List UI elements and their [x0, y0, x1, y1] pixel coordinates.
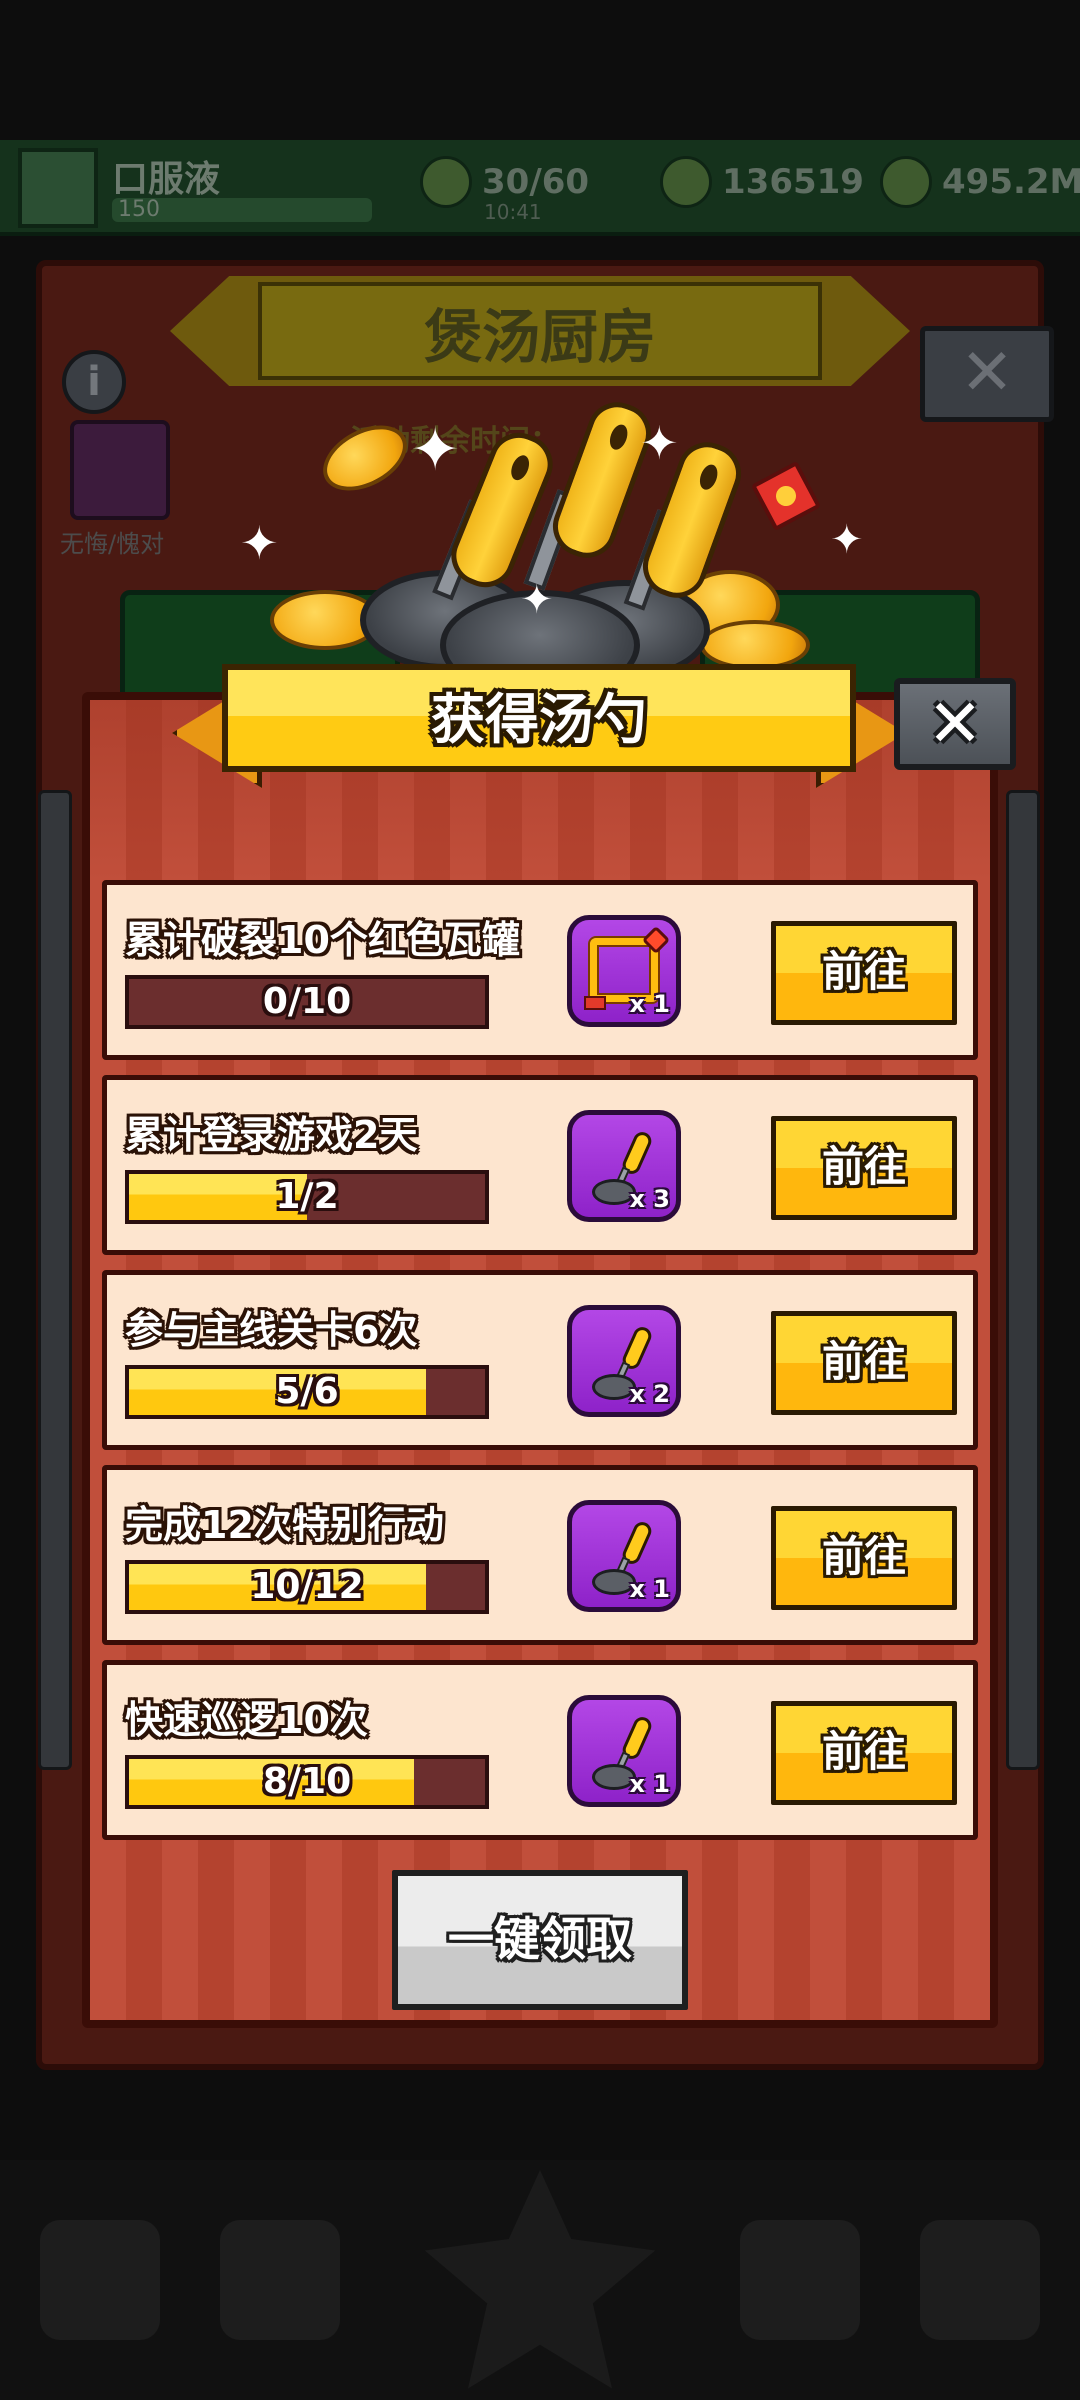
ladle-reward-illustration: ✦ ✦ ✦ ✦ ✦ [240, 390, 864, 700]
reward-slot[interactable]: x 1 [567, 915, 681, 1027]
energy-icon [420, 156, 472, 208]
sparkle-icon: ✦ [520, 577, 554, 623]
reward-slot[interactable]: x 1 [567, 1695, 681, 1807]
go-button-label: 前往 [821, 947, 906, 996]
sparkle-icon: ✦ [640, 416, 679, 470]
progress-text: 0/10 [262, 981, 352, 1022]
sparkle-icon: ✦ [830, 517, 864, 563]
task-row: 累计登录游戏2天 1/2 x 3 前往 [102, 1075, 978, 1255]
reward-quantity: x 1 [629, 1770, 670, 1798]
reward-slot[interactable]: x 1 [567, 1500, 681, 1612]
event-close-button: ✕ [920, 326, 1054, 422]
reward-quantity: x 1 [629, 990, 670, 1018]
task-row: 参与主线关卡6次 5/6 x 2 前往 [102, 1270, 978, 1450]
task-title: 快速巡逻10次 [125, 1698, 368, 1742]
task-row: 累计破裂10个红色瓦罐 0/10 x 1 前往 [102, 880, 978, 1060]
top-hud: 口服液 150 30/60 10:41 136519 495.2M [0, 140, 1080, 236]
nav-hero-icon [220, 2220, 340, 2340]
sparkle-icon: ✦ [240, 516, 279, 570]
go-button-label: 前往 [821, 1142, 906, 1191]
close-button[interactable]: ✕ [894, 678, 1016, 770]
close-icon: ✕ [927, 685, 983, 762]
left-rail [38, 790, 72, 1770]
gem-value: 136519 [722, 162, 864, 202]
reward-slot[interactable]: x 3 [567, 1110, 681, 1222]
coin-value: 495.2M [942, 162, 1080, 202]
progress-text: 10/12 [250, 1566, 364, 1607]
reward-quantity: x 2 [629, 1380, 670, 1408]
energy-value: 30/60 [482, 162, 590, 202]
energy-timer: 10:41 [484, 200, 542, 224]
nav-guild-icon [740, 2220, 860, 2340]
gift-icon [584, 996, 606, 1010]
progress-text: 5/6 [275, 1371, 339, 1412]
task-row: 快速巡逻10次 8/10 x 1 前往 [102, 1660, 978, 1840]
go-button[interactable]: 前往 [771, 1311, 957, 1415]
coin-icon [700, 620, 810, 670]
go-button[interactable]: 前往 [771, 1506, 957, 1610]
sparkle-icon: ✦ [410, 415, 461, 485]
player-avatar [18, 148, 98, 228]
task-title: 累计破裂10个红色瓦罐 [125, 918, 520, 962]
progress-text: 8/10 [262, 1761, 352, 1802]
claim-all-label: 一键领取 [448, 1912, 632, 1966]
gem-icon [660, 156, 712, 208]
task-progress-bar: 1/2 [125, 1170, 489, 1224]
event-title: 煲汤厨房 [423, 303, 656, 371]
task-progress-bar: 0/10 [125, 975, 489, 1029]
gem-stat: 136519 [660, 152, 864, 212]
nav-map-icon [920, 2220, 1040, 2340]
claim-all-button[interactable]: 一键领取 [392, 1870, 688, 2010]
reward-quantity: x 3 [629, 1185, 670, 1213]
nav-shop-icon [40, 2220, 160, 2340]
go-button[interactable]: 前往 [771, 921, 957, 1025]
task-title: 累计登录游戏2天 [125, 1113, 418, 1157]
task-progress-bar: 10/12 [125, 1560, 489, 1614]
task-progress-bar: 8/10 [125, 1755, 489, 1809]
progress-text: 1/2 [275, 1176, 339, 1217]
coin-icon [880, 156, 932, 208]
red-book-icon [750, 460, 822, 532]
reward-quantity: x 1 [629, 1575, 670, 1603]
task-title: 完成12次特别行动 [125, 1503, 444, 1547]
task-progress-bar: 5/6 [125, 1365, 489, 1419]
go-button[interactable]: 前往 [771, 1116, 957, 1220]
go-button-label: 前往 [821, 1532, 906, 1581]
task-list: 累计破裂10个红色瓦罐 0/10 x 1 前往 累计登录游戏2天 1/2 x 3 [102, 880, 978, 1855]
coin-icon [312, 412, 418, 504]
side-character-label: 无悔/愧对 [60, 530, 165, 558]
go-button-label: 前往 [821, 1337, 906, 1386]
modal-title: 获得汤勺 [431, 688, 647, 751]
task-row: 完成12次特别行动 10/12 x 1 前往 [102, 1465, 978, 1645]
player-name: 口服液 [112, 159, 221, 200]
reward-slot[interactable]: x 2 [567, 1305, 681, 1417]
player-level: 150 [112, 198, 372, 222]
go-button-label: 前往 [821, 1727, 906, 1776]
coin-stat: 495.2M [880, 152, 1080, 212]
go-button[interactable]: 前往 [771, 1701, 957, 1805]
right-rail [1006, 790, 1040, 1770]
info-icon: i [62, 350, 126, 414]
task-title: 参与主线关卡6次 [125, 1308, 418, 1352]
side-character-avatar [70, 420, 170, 520]
